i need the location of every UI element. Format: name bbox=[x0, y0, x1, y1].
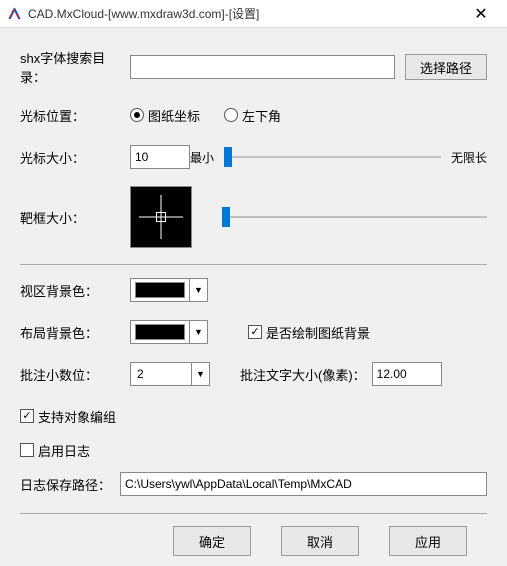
color-swatch-icon bbox=[135, 282, 185, 298]
browse-button[interactable]: 选择路径 bbox=[405, 54, 487, 80]
select-value: 2 bbox=[131, 367, 191, 381]
log-path-input[interactable] bbox=[120, 472, 487, 496]
cancel-button[interactable]: 取消 bbox=[281, 526, 359, 556]
close-button[interactable]: ✕ bbox=[461, 1, 501, 27]
settings-panel: shx字体搜索目录： 选择路径 光标位置： 图纸坐标 左下角 光标大小： 最小 … bbox=[0, 28, 507, 566]
comment-text-size-label: 批注文字大小(像素)： bbox=[240, 365, 366, 384]
separator bbox=[20, 513, 487, 514]
window-title: CAD.MxCloud-[www.mxdraw3d.com]-[设置] bbox=[28, 5, 461, 22]
comment-precision-label: 批注小数位： bbox=[20, 365, 130, 384]
target-size-slider[interactable] bbox=[222, 207, 487, 227]
app-icon bbox=[6, 6, 22, 22]
enable-log-checkbox[interactable]: 启用日志 bbox=[20, 441, 90, 460]
cursor-size-label: 光标大小： bbox=[20, 148, 130, 167]
target-preview-icon bbox=[130, 186, 192, 248]
titlebar: CAD.MxCloud-[www.mxdraw3d.com]-[设置] ✕ bbox=[0, 0, 507, 28]
support-edit-group-checkbox[interactable]: 支持对象编组 bbox=[20, 407, 116, 426]
color-swatch-icon bbox=[135, 324, 185, 340]
draw-paper-bg-label: 是否绘制图纸背景 bbox=[266, 323, 370, 342]
slider-thumb-icon bbox=[224, 147, 232, 167]
layout-bg-select[interactable]: ▼ bbox=[130, 320, 208, 344]
slider-thumb-icon bbox=[222, 207, 230, 227]
separator bbox=[20, 264, 487, 265]
slider-min-label: 最小 bbox=[190, 149, 214, 166]
log-path-label: 日志保存路径： bbox=[20, 475, 120, 494]
checkbox-icon bbox=[248, 325, 262, 339]
apply-button[interactable]: 应用 bbox=[389, 526, 467, 556]
cursor-pos-group: 图纸坐标 左下角 bbox=[130, 106, 281, 125]
viewport-bg-label: 视区背景色： bbox=[20, 281, 130, 300]
shx-path-input[interactable] bbox=[130, 55, 395, 79]
radio-icon bbox=[130, 108, 144, 122]
cursor-pos-label: 光标位置： bbox=[20, 106, 130, 125]
shx-path-label: shx字体搜索目录： bbox=[20, 48, 130, 86]
chevron-down-icon: ▼ bbox=[189, 321, 207, 343]
radio-bottom-left-label: 左下角 bbox=[242, 106, 281, 125]
cursor-size-input[interactable] bbox=[130, 145, 190, 169]
slider-max-label: 无限长 bbox=[451, 149, 487, 166]
cursor-size-slider[interactable] bbox=[224, 147, 441, 167]
target-size-label: 靶框大小： bbox=[20, 208, 130, 227]
comment-precision-select[interactable]: 2 ▼ bbox=[130, 362, 210, 386]
layout-bg-label: 布局背景色： bbox=[20, 323, 130, 342]
support-edit-group-label: 支持对象编组 bbox=[38, 407, 116, 426]
radio-paper-label: 图纸坐标 bbox=[148, 106, 200, 125]
radio-paper-coord[interactable]: 图纸坐标 bbox=[130, 106, 200, 125]
checkbox-icon bbox=[20, 443, 34, 457]
ok-button[interactable]: 确定 bbox=[173, 526, 251, 556]
chevron-down-icon: ▼ bbox=[191, 363, 209, 385]
draw-paper-bg-checkbox[interactable]: 是否绘制图纸背景 bbox=[248, 323, 370, 342]
radio-bottom-left[interactable]: 左下角 bbox=[224, 106, 281, 125]
radio-icon bbox=[224, 108, 238, 122]
chevron-down-icon: ▼ bbox=[189, 279, 207, 301]
checkbox-icon bbox=[20, 409, 34, 423]
comment-text-size-input[interactable] bbox=[372, 362, 442, 386]
viewport-bg-select[interactable]: ▼ bbox=[130, 278, 208, 302]
dialog-buttons: 确定 取消 应用 bbox=[20, 526, 487, 556]
enable-log-label: 启用日志 bbox=[38, 441, 90, 460]
close-icon: ✕ bbox=[474, 4, 487, 24]
